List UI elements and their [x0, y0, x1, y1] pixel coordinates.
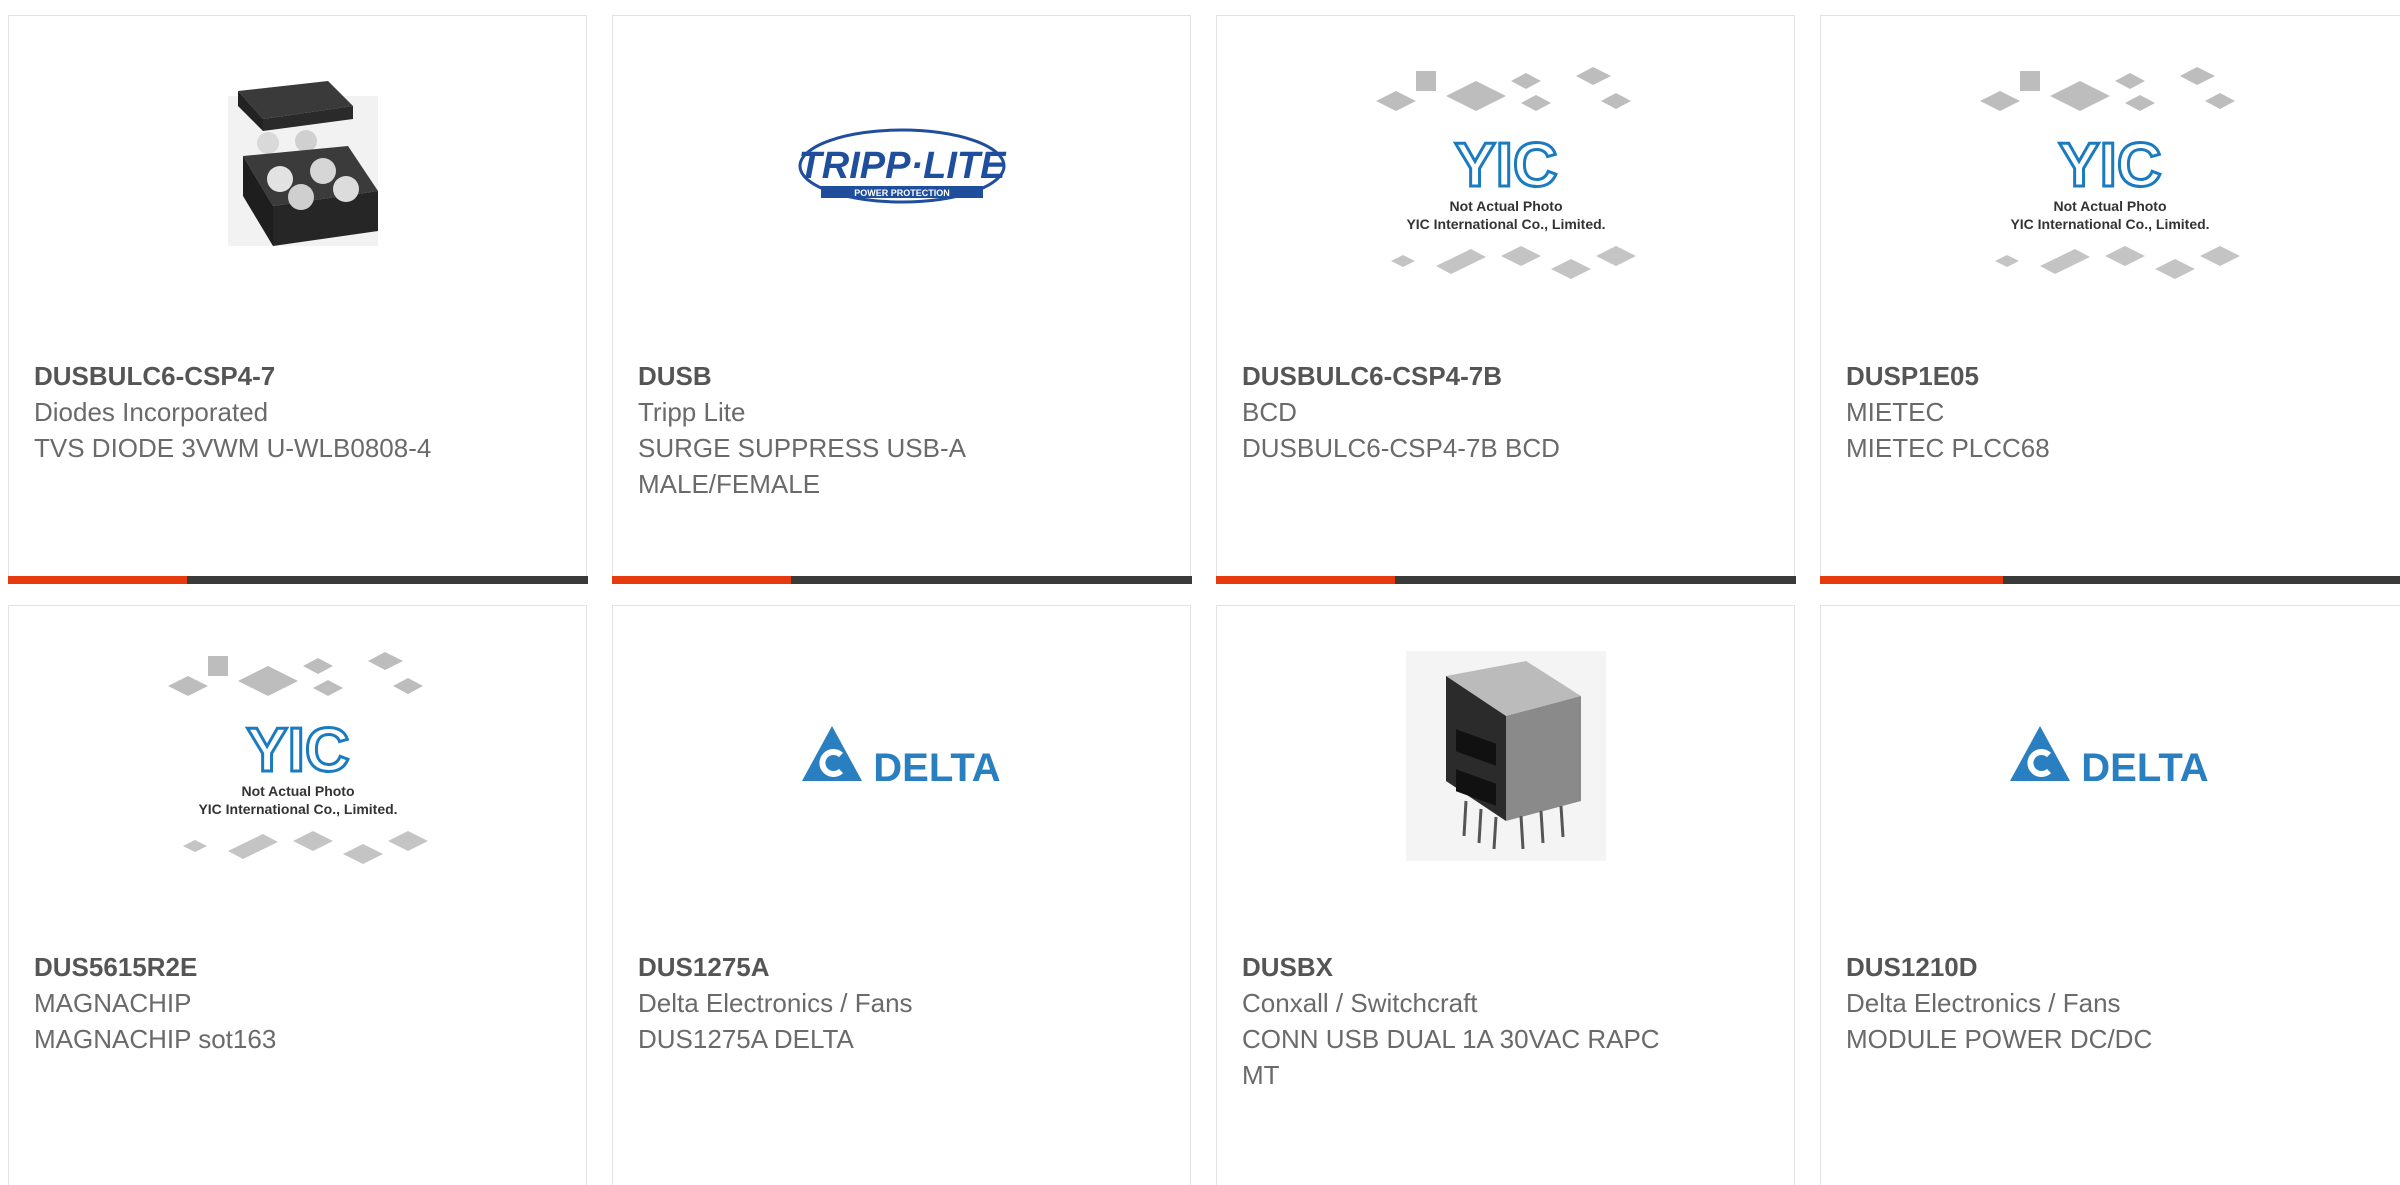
part-number[interactable]: DUS1210D — [1846, 949, 2279, 985]
product-image[interactable] — [1217, 626, 1794, 886]
manufacturer: MIETEC — [1846, 394, 2279, 430]
manufacturer: Tripp Lite — [638, 394, 1060, 430]
svg-text:Not Actual Photo: Not Actual Photo — [241, 783, 354, 799]
card-footer-bar — [8, 576, 588, 584]
description: MODULE POWER DC/DC — [1846, 1021, 2279, 1057]
description: MIETEC PLCC68 — [1846, 430, 2279, 466]
yic-placeholder-image: YIC Not Actual Photo YIC International C… — [163, 636, 433, 876]
description: SURGE SUPPRESS USB-A MALE/FEMALE — [638, 430, 1060, 502]
part-number[interactable]: DUS5615R2E — [34, 949, 456, 985]
product-image[interactable]: DELTA — [613, 626, 1190, 886]
product-card[interactable]: DUSBX Conxall / Switchcraft CONN USB DUA… — [1216, 605, 1795, 1185]
manufacturer: Delta Electronics / Fans — [1846, 985, 2279, 1021]
tripp-lite-logo: TRIPP·LITE POWER PROTECTION — [797, 126, 1007, 216]
manufacturer: Diodes Incorporated — [34, 394, 456, 430]
description: DUS1275A DELTA — [638, 1021, 1060, 1057]
part-number[interactable]: DUS1275A — [638, 949, 1060, 985]
part-number[interactable]: DUSB — [638, 358, 1060, 394]
part-number[interactable]: DUSBULC6-CSP4-7 — [34, 358, 456, 394]
svg-text:Not Actual Photo: Not Actual Photo — [1449, 198, 1562, 214]
description: TVS DIODE 3VWM U-WLB0808-4 — [34, 430, 456, 466]
product-card[interactable]: YIC Not Actual Photo YIC International C… — [1820, 15, 2400, 584]
product-image[interactable]: YIC Not Actual Photo YIC International C… — [9, 626, 586, 886]
product-card[interactable]: DUSBULC6-CSP4-7 Diodes Incorporated TVS … — [8, 15, 587, 584]
product-image[interactable]: YIC Not Actual Photo YIC International C… — [1821, 41, 2399, 301]
svg-text:YIC International Co., Limited: YIC International Co., Limited. — [1406, 216, 1605, 232]
yic-placeholder-image: YIC Not Actual Photo YIC International C… — [1371, 51, 1641, 291]
svg-text:Not Actual Photo: Not Actual Photo — [2053, 198, 2166, 214]
svg-text:YIC: YIC — [2058, 131, 2161, 200]
product-card[interactable]: YIC Not Actual Photo YIC International C… — [1216, 15, 1795, 584]
svg-text:DELTA: DELTA — [2081, 746, 2208, 790]
svg-text:DELTA: DELTA — [873, 746, 1000, 790]
part-number[interactable]: DUSBX — [1242, 949, 1664, 985]
svg-text:TRIPP·LITE: TRIPP·LITE — [798, 145, 1006, 187]
product-grid: DUSBULC6-CSP4-7 Diodes Incorporated TVS … — [0, 0, 2400, 1167]
product-card[interactable]: DELTA DUS1275A Delta Electronics / Fans … — [612, 605, 1191, 1185]
product-image[interactable]: YIC Not Actual Photo YIC International C… — [1217, 41, 1794, 301]
delta-logo: DELTA — [797, 721, 1007, 791]
chip-package-photo — [198, 71, 398, 271]
usb-connector-photo — [1406, 651, 1606, 861]
product-image[interactable] — [9, 41, 586, 301]
card-footer-bar — [612, 576, 1192, 584]
yic-placeholder-image: YIC Not Actual Photo YIC International C… — [1975, 51, 2245, 291]
product-card[interactable]: DELTA DUS1210D Delta Electronics / Fans … — [1820, 605, 2400, 1185]
delta-logo: DELTA — [2005, 721, 2215, 791]
svg-text:POWER PROTECTION: POWER PROTECTION — [854, 188, 950, 198]
product-image[interactable]: DELTA — [1821, 626, 2399, 886]
product-card[interactable]: YIC Not Actual Photo YIC International C… — [8, 605, 587, 1185]
product-image[interactable]: TRIPP·LITE POWER PROTECTION — [613, 41, 1190, 301]
manufacturer: MAGNACHIP — [34, 985, 456, 1021]
part-number[interactable]: DUSP1E05 — [1846, 358, 2279, 394]
manufacturer: BCD — [1242, 394, 1664, 430]
svg-text:YIC International Co., Limited: YIC International Co., Limited. — [2010, 216, 2209, 232]
manufacturer: Delta Electronics / Fans — [638, 985, 1060, 1021]
description: MAGNACHIP sot163 — [34, 1021, 456, 1057]
part-number[interactable]: DUSBULC6-CSP4-7B — [1242, 358, 1664, 394]
description: CONN USB DUAL 1A 30VAC RAPC MT — [1242, 1021, 1664, 1093]
description: DUSBULC6-CSP4-7B BCD — [1242, 430, 1664, 466]
svg-text:YIC International Co., Limited: YIC International Co., Limited. — [198, 801, 397, 817]
svg-text:YIC: YIC — [246, 716, 349, 785]
svg-text:YIC: YIC — [1454, 131, 1557, 200]
manufacturer: Conxall / Switchcraft — [1242, 985, 1664, 1021]
product-card[interactable]: TRIPP·LITE POWER PROTECTION DUSB Tripp L… — [612, 15, 1191, 584]
card-footer-bar — [1216, 576, 1796, 584]
card-footer-bar — [1820, 576, 2400, 584]
